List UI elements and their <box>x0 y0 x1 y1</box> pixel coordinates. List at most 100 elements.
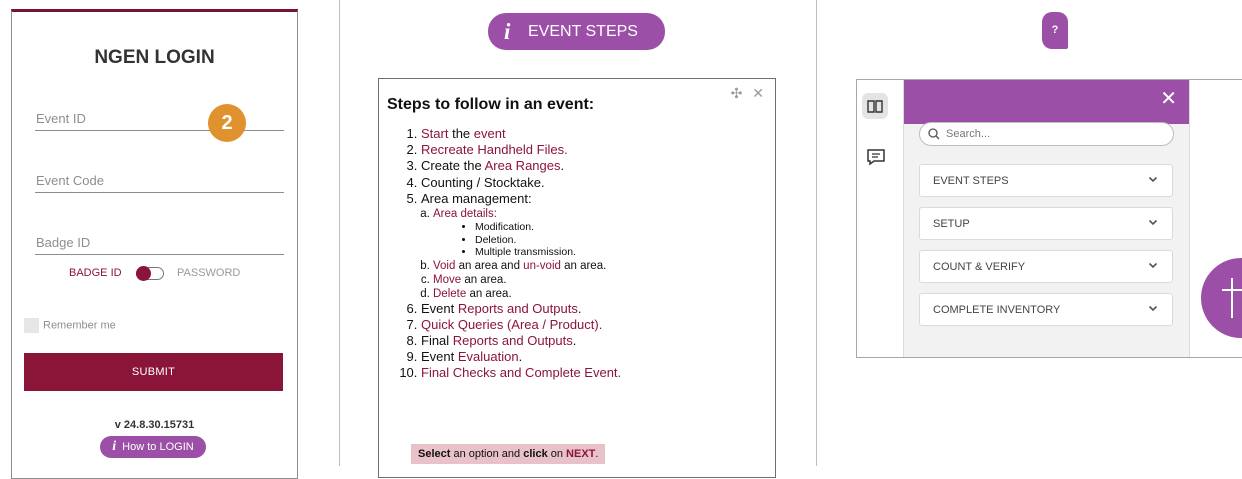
info-icon: i <box>504 19 511 44</box>
select-next-note: Select an option and click on NEXT. <box>411 444 606 464</box>
how-to-login-button[interactable]: i How to LOGIN <box>100 436 206 458</box>
step-text: an area. <box>461 273 507 286</box>
bullet-item: Multiple transmission. <box>475 246 781 259</box>
submit-button[interactable]: SUBMIT <box>24 353 283 391</box>
event-steps-dialog: ✣ ✕ Steps to follow in an event: Start t… <box>378 78 776 478</box>
step-text: an area. <box>466 287 512 300</box>
step-text: Area management: <box>421 190 532 206</box>
step-item: Quick Queries (Area / Product). <box>421 317 781 333</box>
close-icon[interactable]: ✕ <box>1160 86 1177 111</box>
step-badge: 2 <box>208 104 246 142</box>
login-title: NGEN LOGIN <box>94 47 215 68</box>
login-mode-toggle-row: BADGE ID PASSWORD <box>12 264 297 284</box>
toggle-label-password[interactable]: PASSWORD <box>177 267 240 279</box>
step-item: Recreate Handheld Files. <box>421 142 781 158</box>
step-item: Start the event <box>421 126 781 142</box>
help-badge[interactable]: ? <box>1042 12 1068 49</box>
book-icon[interactable] <box>862 93 888 119</box>
section-accordion[interactable]: COUNT & VERIFY <box>919 250 1173 283</box>
side-menu-window: ✕ Search... EVENT STEPS SETUP COUNT & VERI… <box>856 79 1242 358</box>
drawer-header <box>904 80 1189 124</box>
section-accordion[interactable]: EVENT STEPS <box>919 164 1173 197</box>
step-link[interactable]: Final Checks and Complete Event. <box>421 365 621 380</box>
info-icon: i <box>112 439 117 454</box>
step-text: Event <box>421 300 458 316</box>
step-text: . <box>577 300 582 316</box>
chevron-down-icon <box>1148 262 1158 269</box>
step-link[interactable]: Reports and Outputs <box>453 333 573 348</box>
step-text: Counting / Stocktake. <box>421 174 545 190</box>
remember-me-label: Remember me <box>43 319 116 332</box>
step-link[interactable]: Recreate Handheld Files. <box>421 142 568 157</box>
step-link[interactable]: Quick Queries (Area / Product). <box>421 317 602 332</box>
step-link[interactable]: un-void <box>523 260 561 272</box>
step-text: . <box>572 332 577 348</box>
sub-step-item: Area details:Modification.Deletion.Multi… <box>433 207 781 259</box>
step-link[interactable]: Reports and Outputs <box>458 301 578 316</box>
step-link[interactable]: Move <box>433 274 461 286</box>
login-panel: NGEN LOGIN 2 BADGE ID PASSWORD Remember … <box>11 9 298 479</box>
area-details-bullets: Modification.Deletion.Multiple transmiss… <box>433 221 781 259</box>
toggle-label-badge-id[interactable]: BADGE ID <box>69 267 122 279</box>
chevron-down-icon <box>1148 219 1158 226</box>
step-text: Final <box>421 332 453 348</box>
event-code-input[interactable] <box>35 168 284 193</box>
section-label: SETUP <box>933 218 970 230</box>
switch-knob[interactable] <box>136 266 151 281</box>
badge-id-input[interactable] <box>35 230 284 255</box>
chevron-down-icon <box>1148 176 1158 183</box>
search-placeholder: Search... <box>946 128 991 140</box>
step-text: an area and <box>455 259 524 272</box>
step-item: Event Evaluation. <box>421 349 781 365</box>
sub-step-item: Void an area and un-void an area. <box>433 259 781 273</box>
chevron-down-icon <box>1148 305 1158 312</box>
step-link[interactable]: Void <box>433 260 455 272</box>
step-text: Event <box>421 349 458 365</box>
step-item: Event Reports and Outputs. <box>421 301 781 317</box>
how-to-login-label: How to LOGIN <box>122 441 194 453</box>
chat-icon[interactable] <box>866 148 886 166</box>
bullet-item: Modification. <box>475 221 781 234</box>
move-close-icons[interactable]: ✣ ✕ <box>731 85 767 102</box>
login-mode-switch[interactable] <box>136 266 164 281</box>
section-accordion[interactable]: COMPLETE INVENTORY <box>919 293 1173 326</box>
event-steps-pill-label: EVENT STEPS <box>528 23 638 40</box>
step-link[interactable]: event <box>474 126 506 141</box>
event-steps-pill[interactable]: i EVENT STEPS <box>488 13 665 50</box>
version-text: v 24.8.30.15731 <box>114 419 195 431</box>
sub-step-item: Delete an area. <box>433 287 781 301</box>
step-text: . <box>560 158 565 174</box>
step-link[interactable]: Area details: <box>433 208 497 220</box>
step-text: the <box>448 126 474 141</box>
step-link[interactable]: Area Ranges <box>485 158 561 173</box>
step-link[interactable]: Delete <box>433 288 466 300</box>
menu-drawer: ✕ Search... EVENT STEPS SETUP COUNT & VERI… <box>903 80 1190 357</box>
step-item: Final Checks and Complete Event. <box>421 365 781 381</box>
step-link[interactable]: Evaluation <box>458 349 519 364</box>
panel-divider <box>816 0 817 466</box>
icon-rail <box>857 80 903 357</box>
step-text: . <box>518 349 523 365</box>
event-id-input[interactable] <box>35 106 284 131</box>
step-item: Final Reports and Outputs. <box>421 333 781 349</box>
section-accordion[interactable]: SETUP <box>919 207 1173 240</box>
step-item: Create the Area Ranges. <box>421 158 781 174</box>
step-text: Create the <box>421 158 485 174</box>
panel-divider <box>339 0 340 466</box>
step-link[interactable]: Start <box>421 126 448 141</box>
search-input[interactable]: Search... <box>919 122 1174 146</box>
area-management-sublist: Area details:Modification.Deletion.Multi… <box>421 207 781 301</box>
remember-me-checkbox[interactable] <box>24 318 39 333</box>
section-label: COMPLETE INVENTORY <box>933 304 1061 316</box>
steps-heading: Steps to follow in an event: <box>387 96 595 113</box>
step-item: Counting / Stocktake. <box>421 175 781 191</box>
plus-icon <box>1231 278 1233 318</box>
remember-me[interactable]: Remember me <box>24 318 116 333</box>
sub-step-item: Move an area. <box>433 273 781 287</box>
step-item: Area management:Area details:Modificatio… <box>421 191 781 301</box>
search-icon <box>928 128 940 140</box>
bullet-item: Deletion. <box>475 234 781 247</box>
step-text: an area. <box>560 259 607 272</box>
steps-list: Start the eventRecreate Handheld Files.C… <box>397 126 781 382</box>
section-label: EVENT STEPS <box>933 175 1009 187</box>
